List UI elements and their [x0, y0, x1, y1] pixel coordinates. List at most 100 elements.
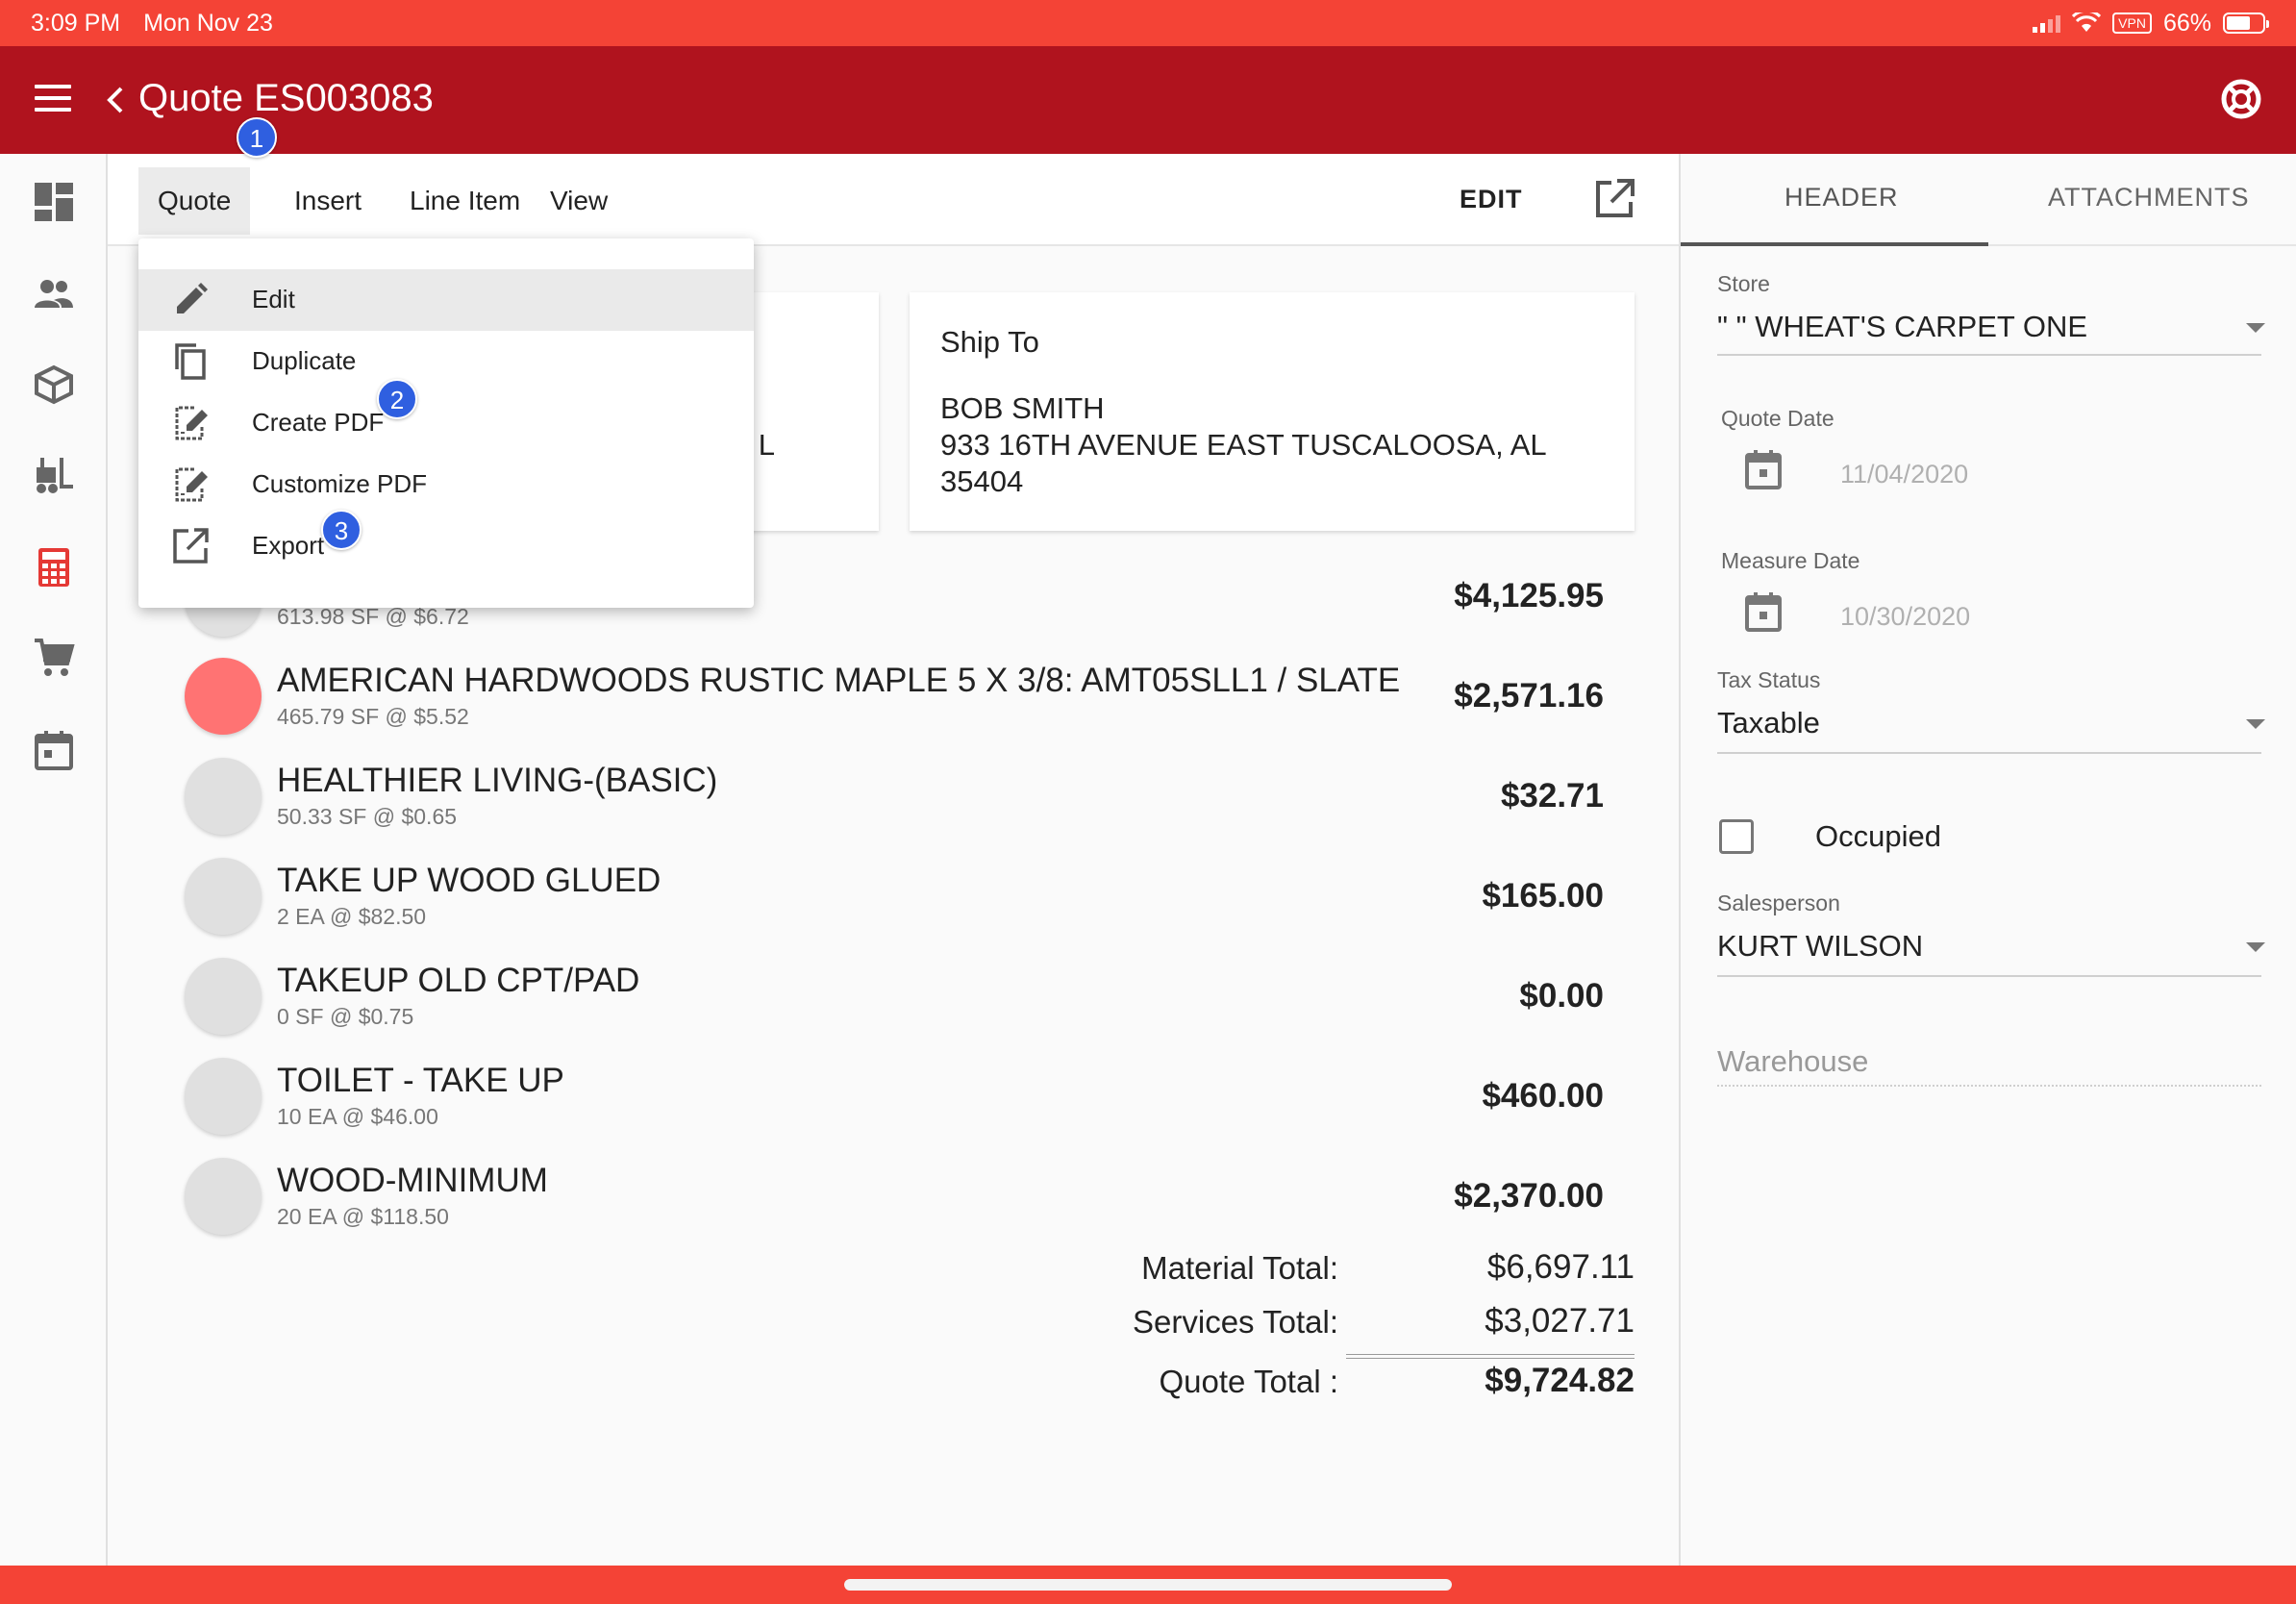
left-nav-rail [0, 154, 108, 1566]
menu-item-export[interactable]: Export [138, 515, 754, 577]
menu-quote[interactable]: Quote [138, 167, 251, 235]
occupied-checkbox[interactable] [1719, 819, 1754, 854]
product-box-icon[interactable] [33, 363, 75, 406]
tax-status-select[interactable]: Taxable [1717, 706, 1820, 740]
battery-percent: 66% [2162, 9, 2211, 37]
line-item-detail: 10 EA @ $46.00 [277, 1104, 438, 1129]
ship-to-title: Ship To [940, 325, 1039, 359]
menu-line-item[interactable]: Line Item [390, 167, 539, 235]
wifi-icon [2072, 13, 2102, 32]
line-item-price: $2,571.16 [1454, 677, 1604, 714]
pencil-icon [177, 283, 208, 313]
calendar-icon[interactable] [1744, 448, 1783, 490]
line-item-name[interactable]: AMERICAN HARDWOODS RUSTIC MAPLE 5 X 3/8:… [277, 662, 1400, 700]
line-item-avatar[interactable] [185, 1058, 262, 1135]
line-item-detail: 50.33 SF @ $0.65 [277, 804, 458, 829]
line-item-detail: 613.98 SF @ $6.72 [277, 604, 469, 629]
line-item-price: $0.00 [1519, 977, 1604, 1015]
line-item-name[interactable]: HEALTHIER LIVING-(BASIC) [277, 762, 717, 800]
line-item-avatar[interactable] [185, 958, 262, 1035]
store-label: Store [1717, 271, 1770, 296]
pdf-edit-icon [175, 467, 208, 502]
dashboard-icon[interactable] [33, 181, 75, 223]
status-time: 3:09 PM [31, 9, 121, 37]
salesperson-dropdown-caret-icon[interactable] [2246, 942, 2265, 952]
line-item-detail: 465.79 SF @ $5.52 [277, 704, 469, 729]
line-item-avatar[interactable] [185, 658, 262, 735]
menu-item-customize-pdf[interactable]: Customize PDF [138, 454, 754, 515]
menu-item-label: Edit [252, 285, 295, 313]
annotation-badge: 2 [377, 379, 417, 419]
menu-item-label: Export [252, 531, 325, 560]
annotation-badge: 3 [321, 510, 362, 550]
warehouse-field[interactable]: Warehouse [1717, 1044, 1868, 1079]
tax-status-label: Tax Status [1717, 667, 1821, 692]
calendar-icon[interactable] [33, 729, 75, 771]
line-item-detail: 20 EA @ $118.50 [277, 1204, 449, 1229]
line-item-name[interactable]: TAKEUP OLD CPT/PAD [277, 962, 639, 1000]
menu-item-duplicate[interactable]: Duplicate [138, 331, 754, 392]
menu-item-label: Duplicate [252, 346, 357, 375]
quote-total-label: Quote Total : [1159, 1364, 1338, 1399]
line-item-price: $460.00 [1482, 1077, 1604, 1115]
edit-button[interactable]: EDIT [1460, 185, 1523, 214]
calendar-icon[interactable] [1744, 590, 1783, 633]
copy-icon [175, 343, 206, 380]
line-item-avatar[interactable] [185, 1158, 262, 1235]
menu-insert[interactable]: Insert [275, 167, 381, 235]
warehouse-underline [1717, 1085, 2261, 1087]
menu-view[interactable]: View [531, 167, 627, 235]
quote-toolbar: Quote Insert Line Item View EDIT [108, 154, 1679, 246]
pdf-edit-icon [175, 406, 208, 440]
calculator-icon[interactable] [33, 546, 75, 589]
tab-header[interactable]: HEADER [1784, 183, 1899, 213]
quote-date-label: Quote Date [1721, 406, 1834, 431]
line-item-price: $2,370.00 [1454, 1177, 1604, 1215]
store-underline [1717, 354, 2261, 356]
annotation-badge: 1 [237, 117, 277, 158]
line-item-detail: 2 EA @ $82.50 [277, 904, 427, 929]
line-item-avatar[interactable] [185, 858, 262, 935]
line-item-name[interactable]: WOOD-MINIMUM [277, 1162, 548, 1200]
ship-to-card: Ship To BOB SMITH 933 16TH AVENUE EAST T… [910, 292, 1635, 531]
line-item-avatar[interactable] [185, 758, 262, 835]
back-chevron-icon[interactable] [104, 81, 127, 119]
menu-item-create-pdf[interactable]: Create PDF [138, 392, 754, 454]
menu-item-edit[interactable]: Edit [138, 269, 754, 331]
menu-item-label: Customize PDF [252, 469, 428, 498]
line-item-name[interactable]: TOILET - TAKE UP [277, 1062, 564, 1100]
customers-icon[interactable] [33, 273, 75, 315]
occupied-label: Occupied [1815, 819, 1941, 853]
home-indicator[interactable] [844, 1579, 1452, 1591]
ship-to-name: BOB SMITH [940, 391, 1105, 425]
lifebuoy-help-icon[interactable] [2221, 79, 2261, 119]
cart-icon[interactable] [33, 637, 75, 679]
tax-status-dropdown-caret-icon[interactable] [2246, 719, 2265, 729]
battery-icon [2223, 13, 2269, 34]
line-item-name[interactable]: TAKE UP WOOD GLUED [277, 862, 661, 900]
line-item-price: $4,125.95 [1454, 577, 1604, 614]
salesperson-select[interactable]: KURT WILSON [1717, 929, 1923, 964]
quote-total-value: $9,724.82 [1485, 1362, 1635, 1399]
material-total-label: Material Total: [1141, 1250, 1338, 1286]
status-right: VPN 66% [2033, 9, 2269, 38]
page-title: Quote ES003083 [138, 77, 434, 119]
measure-date-value[interactable]: 10/30/2020 [1840, 602, 1970, 632]
bottom-bar [0, 1566, 2296, 1604]
menu-item-label: Create PDF [252, 408, 385, 437]
salesperson-label: Salesperson [1717, 890, 1840, 915]
tax-status-underline [1717, 752, 2261, 754]
quote-date-value[interactable]: 11/04/2020 [1840, 460, 1968, 489]
hamburger-menu-icon[interactable] [35, 85, 71, 113]
quote-menu-dropdown: Edit Duplicate Create PDF Customize PDF … [138, 238, 754, 608]
signal-icon [2033, 13, 2061, 33]
active-tab-indicator [1681, 242, 1988, 246]
vpn-badge: VPN [2112, 13, 2152, 34]
store-select[interactable]: " " WHEAT'S CARPET ONE [1717, 310, 2087, 344]
app-bar: Quote ES003083 [0, 46, 2296, 154]
services-total-value: $3,027.71 [1485, 1302, 1635, 1340]
store-dropdown-caret-icon[interactable] [2246, 323, 2265, 333]
tab-attachments[interactable]: ATTACHMENTS [2048, 183, 2250, 213]
forklift-icon[interactable] [33, 454, 75, 496]
open-external-icon[interactable] [1592, 177, 1636, 221]
